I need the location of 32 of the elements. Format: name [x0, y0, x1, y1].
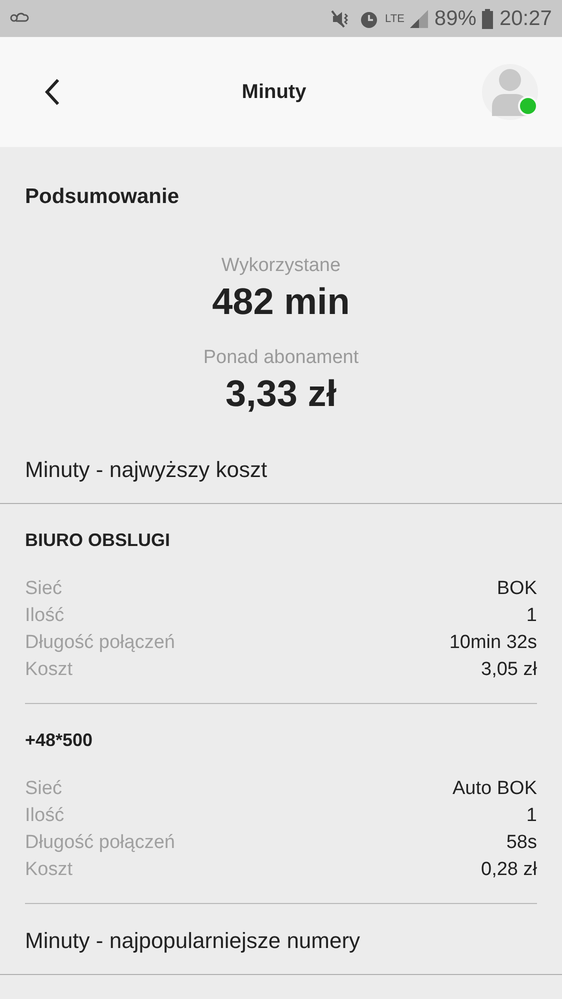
detail-label: Koszt — [25, 658, 73, 682]
detail-label: Sieć — [25, 777, 62, 801]
detail-label: Długość połączeń — [25, 631, 175, 655]
detail-label: Koszt — [25, 858, 73, 882]
detail-value: 1 — [526, 804, 537, 828]
detail-value: BOK — [496, 577, 537, 601]
battery-icon — [482, 8, 494, 28]
detail-value: 3,05 zł — [481, 658, 537, 682]
stat-value: 3,33 zł — [225, 373, 337, 415]
caller-name: +48*500 — [25, 730, 94, 751]
battery-percent: 89% — [434, 6, 476, 30]
detail-value: 0,28 zł — [481, 858, 537, 882]
detail-label: Długość połączeń — [25, 831, 175, 855]
section-title: Minuty - najwyższy koszt — [24, 456, 268, 484]
detail-value: Auto BOK — [452, 777, 537, 801]
section-title: Minuty - najpopularniejsze numery — [24, 927, 362, 955]
caller-name: BIURO OBSLUGI — [25, 530, 172, 551]
detail-label: Ilość — [25, 804, 64, 828]
stat-label: Ponad abonament — [203, 347, 359, 369]
section-title: Podsumowanie — [24, 184, 180, 209]
detail-value: 58s — [506, 831, 537, 855]
stat-label: Wykorzystane — [221, 255, 341, 277]
detail-value: 1 — [526, 604, 537, 628]
screen-title: Minuty — [242, 80, 306, 104]
signal-icon — [410, 10, 428, 28]
stat-value: 482 min — [212, 281, 350, 323]
detail-label: Ilość — [25, 604, 64, 628]
clock: 20:27 — [499, 6, 552, 30]
detail-value: 10min 32s — [449, 631, 537, 655]
network-label: LTE — [385, 12, 404, 24]
detail-label: Sieć — [25, 577, 62, 601]
chevron-left-icon — [42, 77, 62, 107]
